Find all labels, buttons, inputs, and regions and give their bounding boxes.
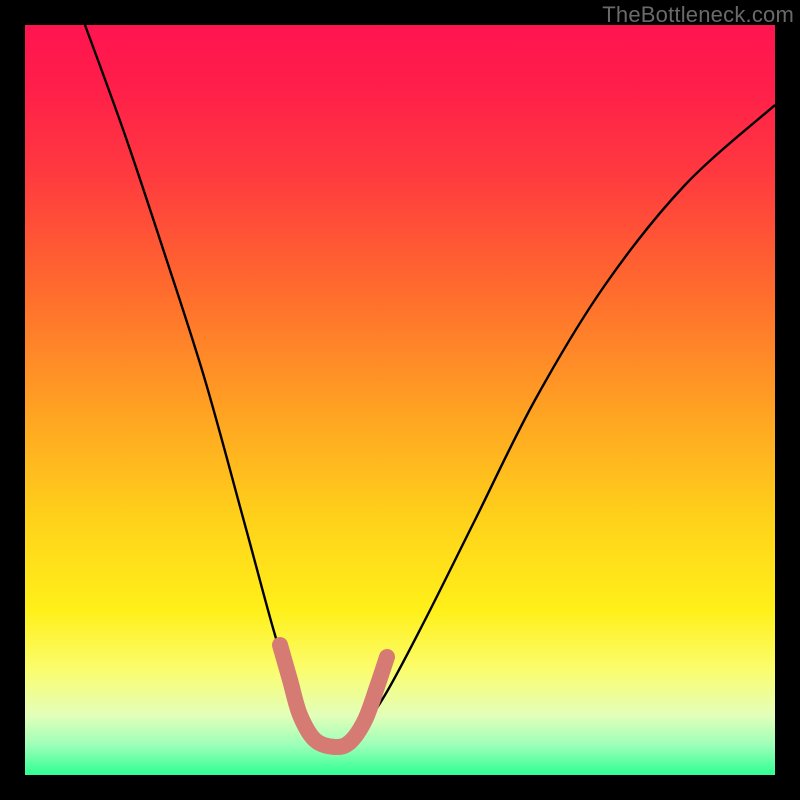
v-curve <box>85 25 775 745</box>
chart-frame <box>25 25 775 775</box>
watermark-text: TheBottleneck.com <box>602 2 794 28</box>
plot-svg <box>25 25 775 775</box>
ridge-overlay <box>280 645 387 747</box>
